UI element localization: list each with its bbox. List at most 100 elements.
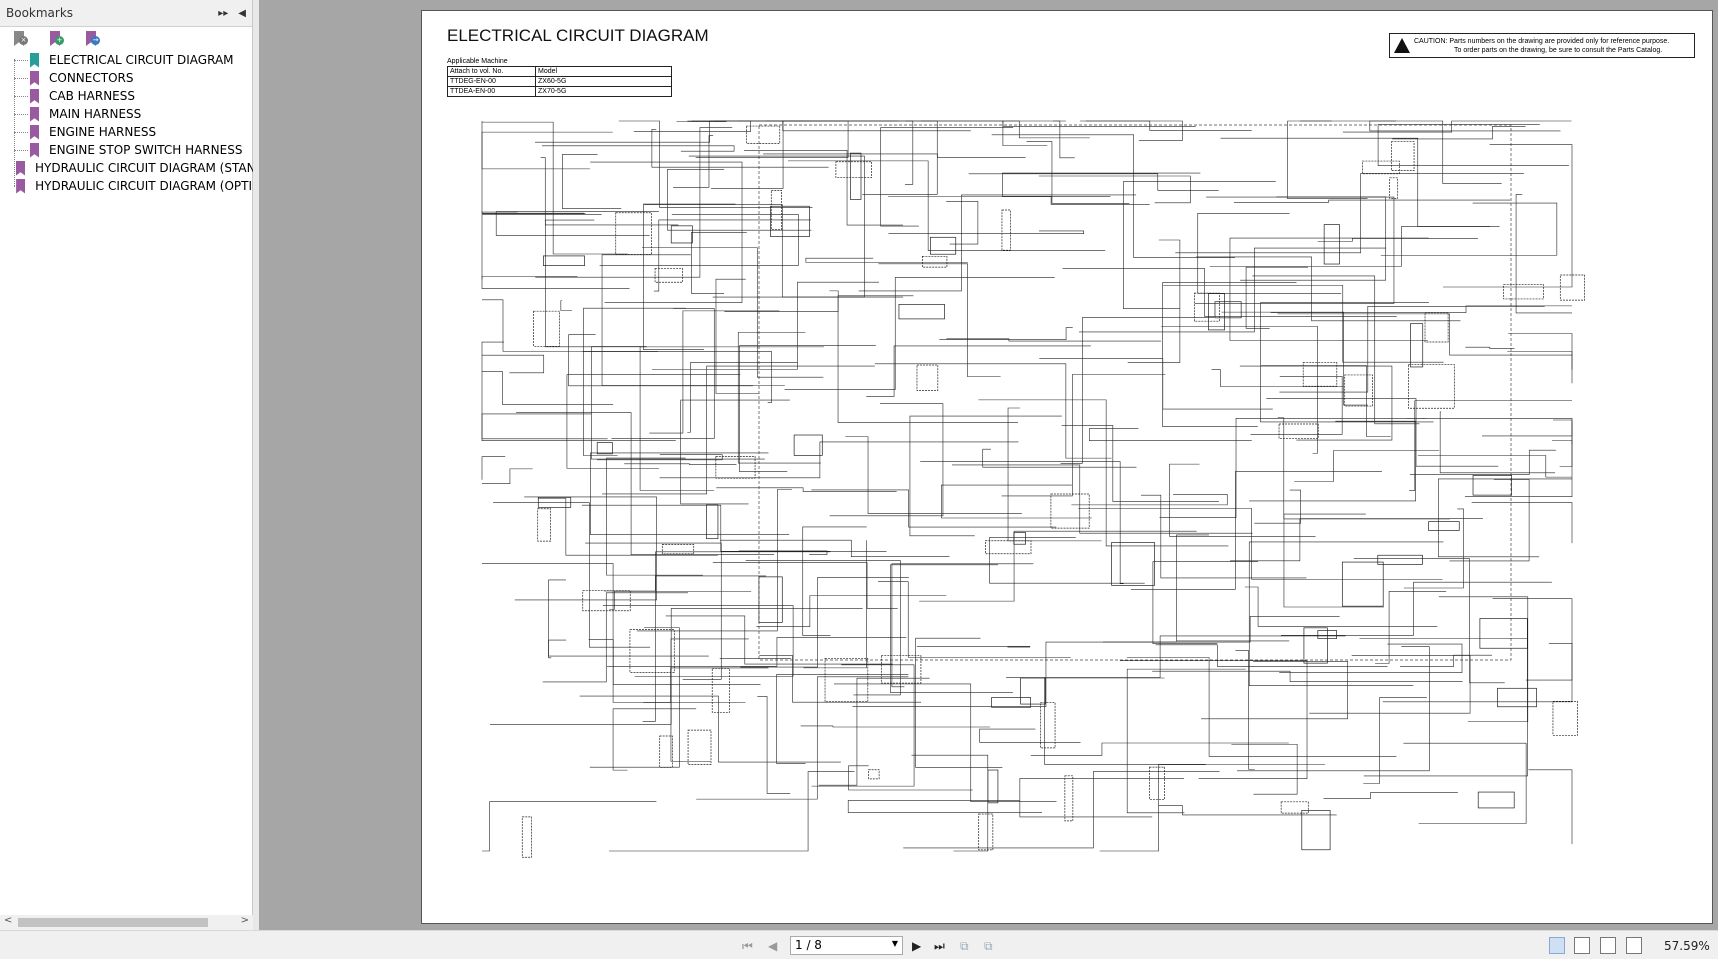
wire — [603, 551, 831, 592]
previous-view-icon[interactable]: ⧉ — [960, 939, 969, 954]
page-title: ELECTRICAL CIRCUIT DIAGRAM — [447, 26, 709, 45]
bookmark-label: ENGINE STOP SWITCH HARNESS — [49, 143, 243, 157]
wire — [599, 214, 799, 266]
wire — [891, 563, 1034, 688]
wire — [1528, 769, 1573, 845]
wire — [1465, 346, 1515, 349]
chevron-down-icon[interactable]: ▼ — [892, 939, 898, 948]
bookmark-icon — [30, 142, 39, 158]
wire — [803, 540, 867, 669]
wire — [582, 504, 887, 552]
horizontal-scrollbar[interactable]: < > — [0, 915, 253, 930]
wire — [724, 290, 839, 313]
tree-line — [14, 113, 28, 115]
bookmark-item[interactable]: HYDRAULIC CIRCUIT DIAGRAM (OPTI — [14, 177, 252, 195]
wire — [607, 637, 907, 667]
component — [1280, 801, 1309, 814]
wire — [1071, 494, 1228, 506]
wire — [939, 327, 1073, 340]
bookmark-item[interactable]: ENGINE HARNESS — [14, 123, 252, 141]
bookmarks-panel: Bookmarks ▸▸ ◀ × + → ELECTRICAL CIRCUIT D… — [0, 0, 256, 930]
next-page-icon[interactable]: ▶ — [912, 939, 921, 953]
scrollbar-thumb[interactable] — [18, 918, 208, 927]
component — [1377, 554, 1423, 565]
wire — [481, 131, 613, 214]
options-icon[interactable]: ▸▸ — [218, 8, 228, 19]
wire — [890, 564, 1013, 693]
scroll-left-icon[interactable]: < — [4, 915, 12, 926]
wire — [541, 145, 735, 152]
component — [898, 304, 945, 320]
wire — [1038, 175, 1191, 204]
bookmark-item[interactable]: CONNECTORS — [14, 69, 252, 87]
zoom-level[interactable]: 57.59% — [1664, 939, 1710, 953]
wire — [737, 332, 821, 464]
bookmark-icon — [16, 178, 26, 194]
scroll-right-icon[interactable]: > — [241, 915, 249, 926]
bookmark-label: HYDRAULIC CIRCUIT DIAGRAM (STAN — [35, 161, 256, 175]
wire — [1363, 697, 1427, 784]
bookmark-icon — [16, 160, 25, 176]
facing-view-icon[interactable] — [1600, 937, 1616, 954]
delete-bookmark-icon[interactable]: × — [14, 31, 28, 47]
component — [1050, 493, 1090, 529]
wire — [1162, 282, 1297, 428]
wire — [847, 800, 1042, 813]
wire — [514, 496, 657, 601]
caution-box: CAUTION: Parts numbers on the drawing ar… — [1389, 33, 1695, 58]
component — [1552, 701, 1578, 736]
wire — [548, 639, 709, 657]
bookmark-icon — [30, 124, 39, 140]
wire — [1369, 120, 1561, 132]
component — [770, 205, 810, 237]
continuous-facing-view-icon[interactable] — [1626, 937, 1642, 954]
cell: TTDEG-EN-00 — [447, 76, 536, 87]
component — [1559, 274, 1585, 301]
wire — [591, 346, 765, 460]
component — [1472, 475, 1512, 496]
wire — [1001, 374, 1166, 497]
warning-icon — [1394, 38, 1410, 53]
wire — [1002, 172, 1201, 197]
wire — [818, 677, 930, 786]
page-number-input[interactable]: 1 / 8 ▼ — [790, 936, 903, 955]
single-page-view-icon[interactable] — [1549, 937, 1565, 954]
component — [661, 544, 695, 555]
component — [1344, 374, 1373, 407]
wire — [1551, 440, 1573, 467]
bookmark-item[interactable]: ELECTRICAL CIRCUIT DIAGRAM — [14, 51, 252, 69]
wire — [643, 667, 769, 703]
bookmark-label: MAIN HARNESS — [49, 107, 142, 121]
wire — [1060, 317, 1215, 464]
wire — [1127, 239, 1181, 363]
collapse-panel-icon[interactable]: ◀ — [238, 8, 246, 19]
wire — [1030, 742, 1289, 756]
bookmark-item[interactable]: HYDRAULIC CIRCUIT DIAGRAM (STAN — [14, 159, 256, 177]
go-to-bookmark-icon[interactable]: → — [86, 31, 100, 47]
component — [1391, 141, 1415, 171]
bookmark-item[interactable]: CAB HARNESS — [14, 87, 252, 105]
wire — [878, 263, 1001, 378]
tree-line — [14, 77, 28, 79]
tree-line — [14, 59, 28, 61]
wire — [1250, 376, 1343, 435]
bookmark-item[interactable]: ENGINE STOP SWITCH HARNESS — [14, 141, 252, 159]
next-view-icon[interactable]: ⧉ — [984, 939, 993, 954]
wire — [1230, 518, 1483, 562]
first-page-icon[interactable]: ⏮ — [742, 939, 753, 954]
previous-page-icon[interactable]: ◀ — [768, 939, 777, 953]
wire — [1026, 141, 1130, 204]
tree-line — [14, 131, 28, 133]
wire — [744, 149, 903, 226]
continuous-view-icon[interactable] — [1574, 937, 1590, 954]
wire — [1515, 194, 1572, 314]
wire — [537, 498, 718, 556]
component — [659, 735, 673, 768]
wire — [1099, 764, 1326, 852]
last-page-icon[interactable]: ⏭ — [934, 939, 945, 954]
wire — [911, 754, 989, 852]
wire — [874, 363, 1112, 459]
bookmark-tree: ELECTRICAL CIRCUIT DIAGRAM CONNECTORS CAB … — [0, 51, 256, 195]
bookmark-item[interactable]: MAIN HARNESS — [14, 105, 252, 123]
add-bookmark-icon[interactable]: + — [50, 31, 64, 47]
